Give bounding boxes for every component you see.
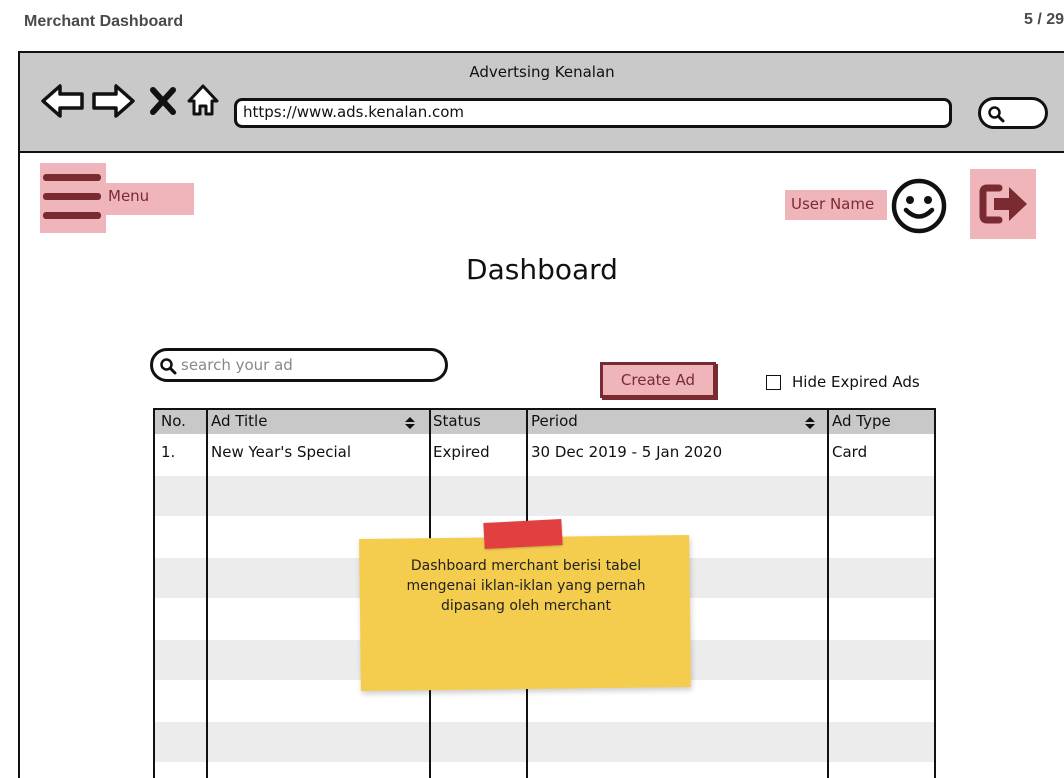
browser-toolbar: Advertsing Kenalan https://www.ads.kenal… <box>20 53 1064 153</box>
search-placeholder: search your ad <box>181 356 293 374</box>
column-header-no: No. <box>161 412 186 430</box>
row-status: Expired <box>433 443 490 461</box>
search-icon <box>160 358 177 375</box>
hide-expired-label: Hide Expired Ads <box>792 373 920 391</box>
column-header-status: Status <box>433 412 481 430</box>
dashboard-title: Dashboard <box>466 253 618 286</box>
ad-search-input[interactable]: search your ad <box>150 348 448 382</box>
logout-button[interactable] <box>970 169 1036 239</box>
row-period: 30 Dec 2019 - 5 Jan 2020 <box>531 443 723 461</box>
sort-icon[interactable] <box>404 416 416 430</box>
page-header: Merchant Dashboard 5 / 29 <box>0 0 1064 40</box>
user-name-link[interactable]: User Name <box>785 190 887 220</box>
search-icon <box>988 106 1005 123</box>
browser-window: Advertsing Kenalan https://www.ads.kenal… <box>18 51 1064 778</box>
row-ad-type: Card <box>832 443 868 461</box>
page-counter: 5 / 29 <box>1023 11 1064 28</box>
page-title: Merchant Dashboard <box>24 13 184 30</box>
back-arrow-icon[interactable] <box>40 81 86 121</box>
menu-button[interactable]: Menu <box>40 163 196 233</box>
menu-label: Menu <box>108 187 150 205</box>
column-header-ad-type: Ad Type <box>832 412 891 430</box>
create-ad-button[interactable]: Create Ad <box>600 362 716 398</box>
row-ad-title: New Year's Special <box>211 443 351 461</box>
logout-icon <box>979 184 1027 224</box>
browser-nav <box>40 81 220 121</box>
sticky-note-text: Dashboard merchant berisi tabel mengenai… <box>406 558 646 614</box>
home-icon[interactable] <box>186 81 220 121</box>
row-no: 1. <box>161 443 176 461</box>
url-field[interactable]: https://www.ads.kenalan.com <box>234 98 952 128</box>
smiley-avatar-icon[interactable] <box>890 177 948 235</box>
hide-expired-checkbox[interactable] <box>766 375 781 390</box>
column-header-period[interactable]: Period <box>531 412 578 430</box>
close-icon[interactable] <box>148 81 178 121</box>
browser-title: Advertsing Kenalan <box>469 63 615 81</box>
browser-search[interactable] <box>978 97 1048 129</box>
sticky-note-tape <box>483 518 563 550</box>
column-header-ad-title[interactable]: Ad Title <box>211 412 267 430</box>
forward-arrow-icon[interactable] <box>90 81 136 121</box>
sort-icon[interactable] <box>804 416 816 430</box>
